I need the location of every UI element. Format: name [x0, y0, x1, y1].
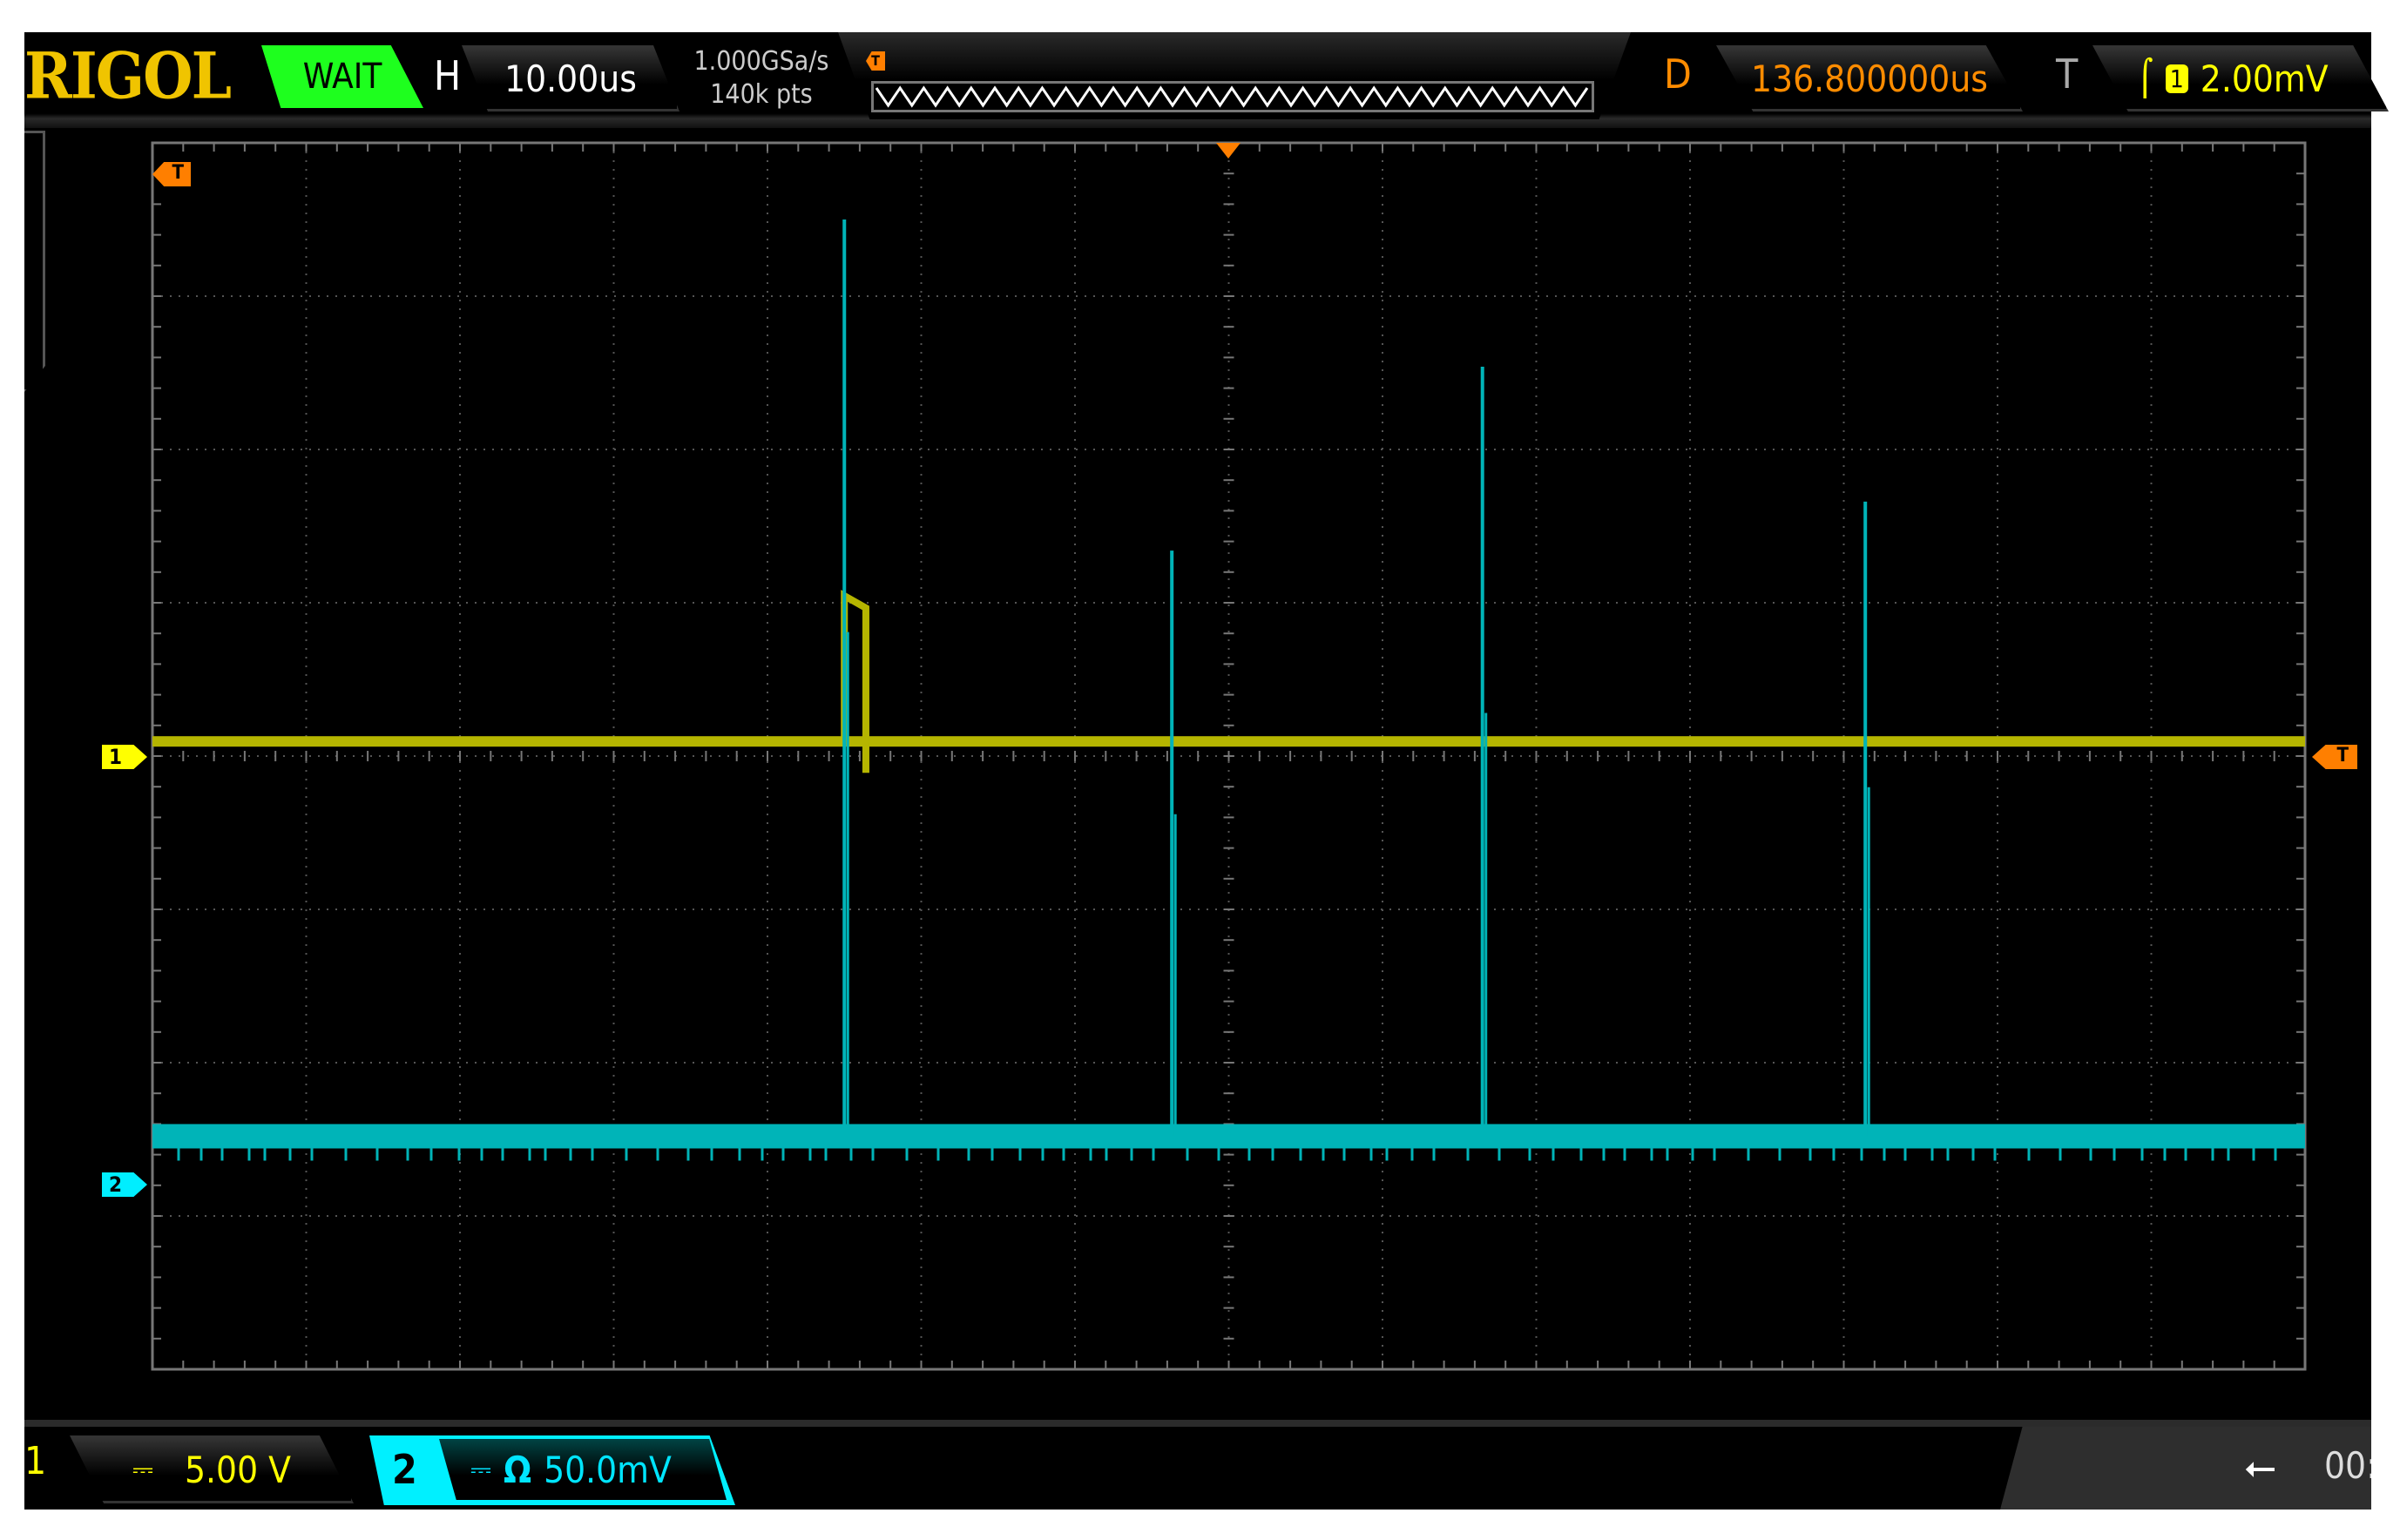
ch1-scale: 5.00 V [185, 1448, 291, 1491]
ch2-50ohm-icon: Ω [503, 1448, 532, 1491]
ch2-label: 2 [392, 1446, 417, 1493]
graticule [151, 141, 2307, 1371]
ch2-settings-box[interactable]: 2 ⎓ Ω 50.0mV [369, 1435, 735, 1505]
ch1-trace-baseline [152, 736, 2305, 747]
system-status-panel: ⭠ 00: [2000, 1427, 2371, 1510]
ch2-dc-coupling-icon: ⎓ [470, 1454, 491, 1485]
usb-icon: ⭠ [2244, 1442, 2276, 1489]
ch2-trace-baseline [152, 1124, 2305, 1149]
clock-text: 00: [2324, 1444, 2377, 1487]
ch1-settings-box[interactable]: ⎓ 5.00 V [70, 1435, 354, 1503]
ch2-scale: 50.0mV [544, 1448, 672, 1491]
waveform-display [151, 141, 2307, 1371]
ch1-label: 1 [24, 1439, 47, 1483]
ch1-dc-coupling-icon: ⎓ [132, 1454, 153, 1485]
